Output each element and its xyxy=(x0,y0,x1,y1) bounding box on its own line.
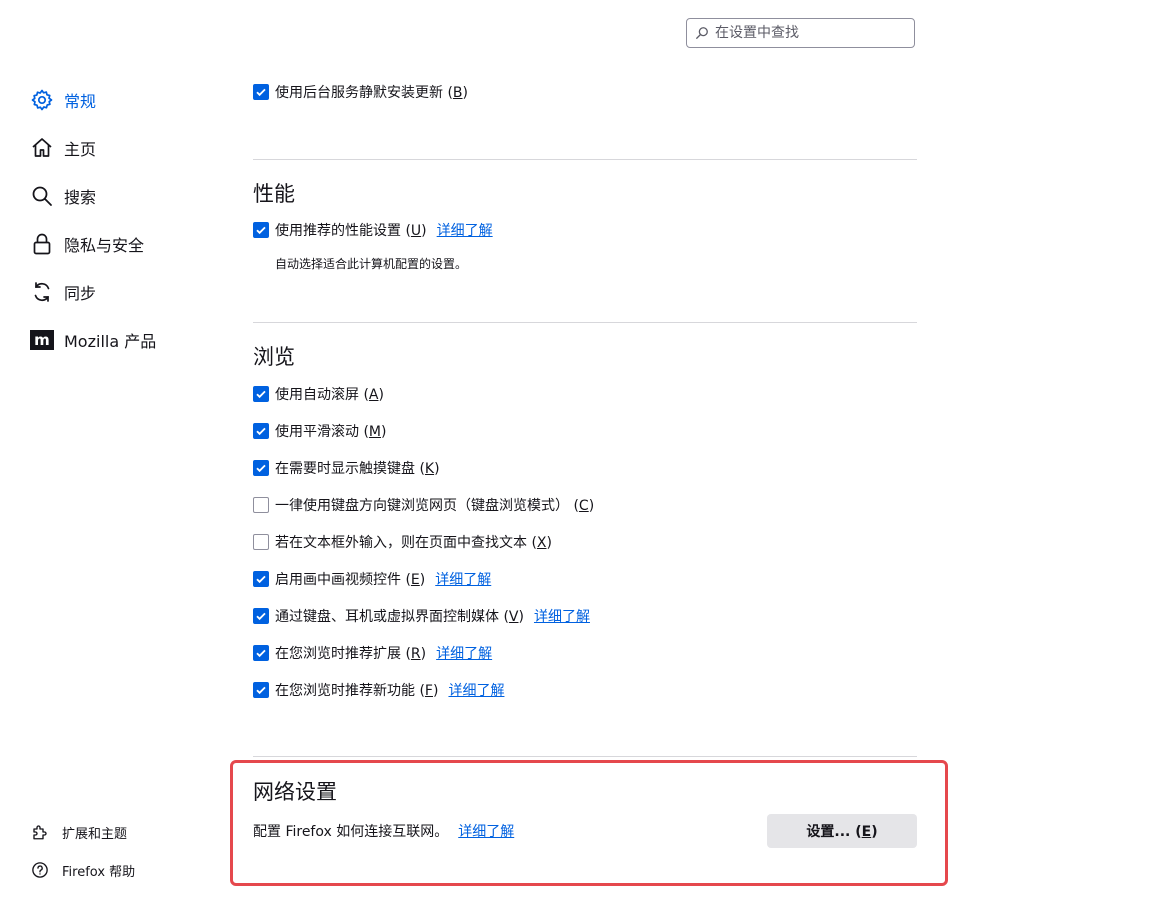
checkbox-checked[interactable] xyxy=(253,386,269,402)
option-label: 使用自动滚屏 (A) xyxy=(275,387,384,403)
sidebar-item-label: Mozilla 产品 xyxy=(64,332,157,351)
firefox-help-label: Firefox 帮助 xyxy=(62,864,136,880)
option-label: 在需要时显示触摸键盘 (K) xyxy=(275,461,440,477)
firefox-help-link[interactable]: Firefox 帮助 xyxy=(30,851,135,889)
home-icon xyxy=(30,136,54,160)
sidebar-item-label: 隐私与安全 xyxy=(64,236,145,255)
sidebar-item-label: 同步 xyxy=(64,284,97,303)
sidebar-item-label: 主页 xyxy=(64,140,97,159)
learn-more-link[interactable]: 详细了解 xyxy=(436,643,492,663)
sidebar-item-mozilla-products[interactable]: m Mozilla 产品 xyxy=(30,316,156,364)
learn-more-link[interactable]: 详细了解 xyxy=(534,606,590,626)
section-divider xyxy=(253,159,917,160)
sync-icon xyxy=(30,280,54,304)
gear-icon xyxy=(30,88,54,112)
autoscroll-option[interactable]: 使用自动滚屏 (A) xyxy=(253,384,384,404)
mozilla-icon: m xyxy=(30,328,54,352)
section-divider xyxy=(253,322,917,323)
media-control-option[interactable]: 通过键盘、耳机或虚拟界面控制媒体 (V) 详细了解 xyxy=(253,606,590,626)
checkbox-checked[interactable] xyxy=(253,423,269,439)
network-settings-highlight-box xyxy=(230,760,948,886)
touch-keyboard-option[interactable]: 在需要时显示触摸键盘 (K) xyxy=(253,458,440,478)
section-divider xyxy=(253,756,917,757)
sidebar-nav: 常规 主页 搜索 隐私与安全 同步 m Mozilla 产品 xyxy=(30,76,156,364)
extensions-themes-label: 扩展和主题 xyxy=(62,826,128,842)
checkbox-checked[interactable] xyxy=(253,460,269,476)
puzzle-icon xyxy=(30,822,50,842)
extensions-themes-link[interactable]: 扩展和主题 xyxy=(30,813,135,851)
lock-icon xyxy=(30,232,54,256)
option-label: 启用画中画视频控件 (E) xyxy=(275,572,426,588)
search-icon xyxy=(696,27,708,39)
smooth-scroll-option[interactable]: 使用平滑滚动 (M) xyxy=(253,421,386,441)
recommend-extensions-option[interactable]: 在您浏览时推荐扩展 (R) 详细了解 xyxy=(253,643,492,663)
learn-more-link[interactable]: 详细了解 xyxy=(448,680,504,700)
sidebar-item-home[interactable]: 主页 xyxy=(30,124,156,172)
option-label: 使用推荐的性能设置 (U) xyxy=(275,223,427,239)
find-as-you-type-option[interactable]: 若在文本框外输入，则在页面中查找文本 (X) xyxy=(253,532,552,552)
sidebar-item-search[interactable]: 搜索 xyxy=(30,172,156,220)
learn-more-link[interactable]: 详细了解 xyxy=(435,569,491,589)
checkbox-unchecked[interactable] xyxy=(253,534,269,550)
sidebar-footer: 扩展和主题 Firefox 帮助 xyxy=(30,813,135,889)
learn-more-link[interactable]: 详细了解 xyxy=(437,220,493,240)
recommended-performance-option[interactable]: 使用推荐的性能设置 (U) 详细了解 xyxy=(253,220,493,240)
search-icon xyxy=(30,184,54,208)
checkbox-unchecked[interactable] xyxy=(253,497,269,513)
checkbox-checked[interactable] xyxy=(253,84,269,100)
search-input[interactable] xyxy=(709,24,914,42)
settings-search-box[interactable] xyxy=(686,18,915,48)
picture-in-picture-option[interactable]: 启用画中画视频控件 (E) 详细了解 xyxy=(253,569,491,589)
performance-heading: 性能 xyxy=(253,182,295,206)
option-label: 一律使用键盘方向键浏览网页（键盘浏览模式） (C) xyxy=(275,498,595,514)
option-label: 通过键盘、耳机或虚拟界面控制媒体 (V) xyxy=(275,609,524,625)
checkbox-checked[interactable] xyxy=(253,645,269,661)
option-label: 若在文本框外输入，则在页面中查找文本 (X) xyxy=(275,535,552,551)
sidebar-item-sync[interactable]: 同步 xyxy=(30,268,156,316)
sidebar-item-label: 常规 xyxy=(64,92,97,111)
sidebar-item-privacy[interactable]: 隐私与安全 xyxy=(30,220,156,268)
checkbox-checked[interactable] xyxy=(253,222,269,238)
background-update-option[interactable]: 使用后台服务静默安装更新 (B) xyxy=(253,82,468,102)
checkbox-checked[interactable] xyxy=(253,682,269,698)
option-label: 在您浏览时推荐扩展 (R) xyxy=(275,646,427,662)
checkbox-checked[interactable] xyxy=(253,571,269,587)
caret-browsing-option[interactable]: 一律使用键盘方向键浏览网页（键盘浏览模式） (C) xyxy=(253,495,594,515)
performance-description: 自动选择适合此计算机配置的设置。 xyxy=(275,257,468,271)
option-label: 在您浏览时推荐新功能 (F) xyxy=(275,683,439,699)
svg-text:m: m xyxy=(34,331,50,349)
option-label: 使用后台服务静默安装更新 (B) xyxy=(275,85,468,101)
checkbox-checked[interactable] xyxy=(253,608,269,624)
option-label: 使用平滑滚动 (M) xyxy=(275,424,387,440)
sidebar-item-label: 搜索 xyxy=(64,188,97,207)
recommend-features-option[interactable]: 在您浏览时推荐新功能 (F) 详细了解 xyxy=(253,680,504,700)
help-icon xyxy=(30,860,50,880)
sidebar-item-general[interactable]: 常规 xyxy=(30,76,156,124)
browsing-heading: 浏览 xyxy=(253,345,295,369)
